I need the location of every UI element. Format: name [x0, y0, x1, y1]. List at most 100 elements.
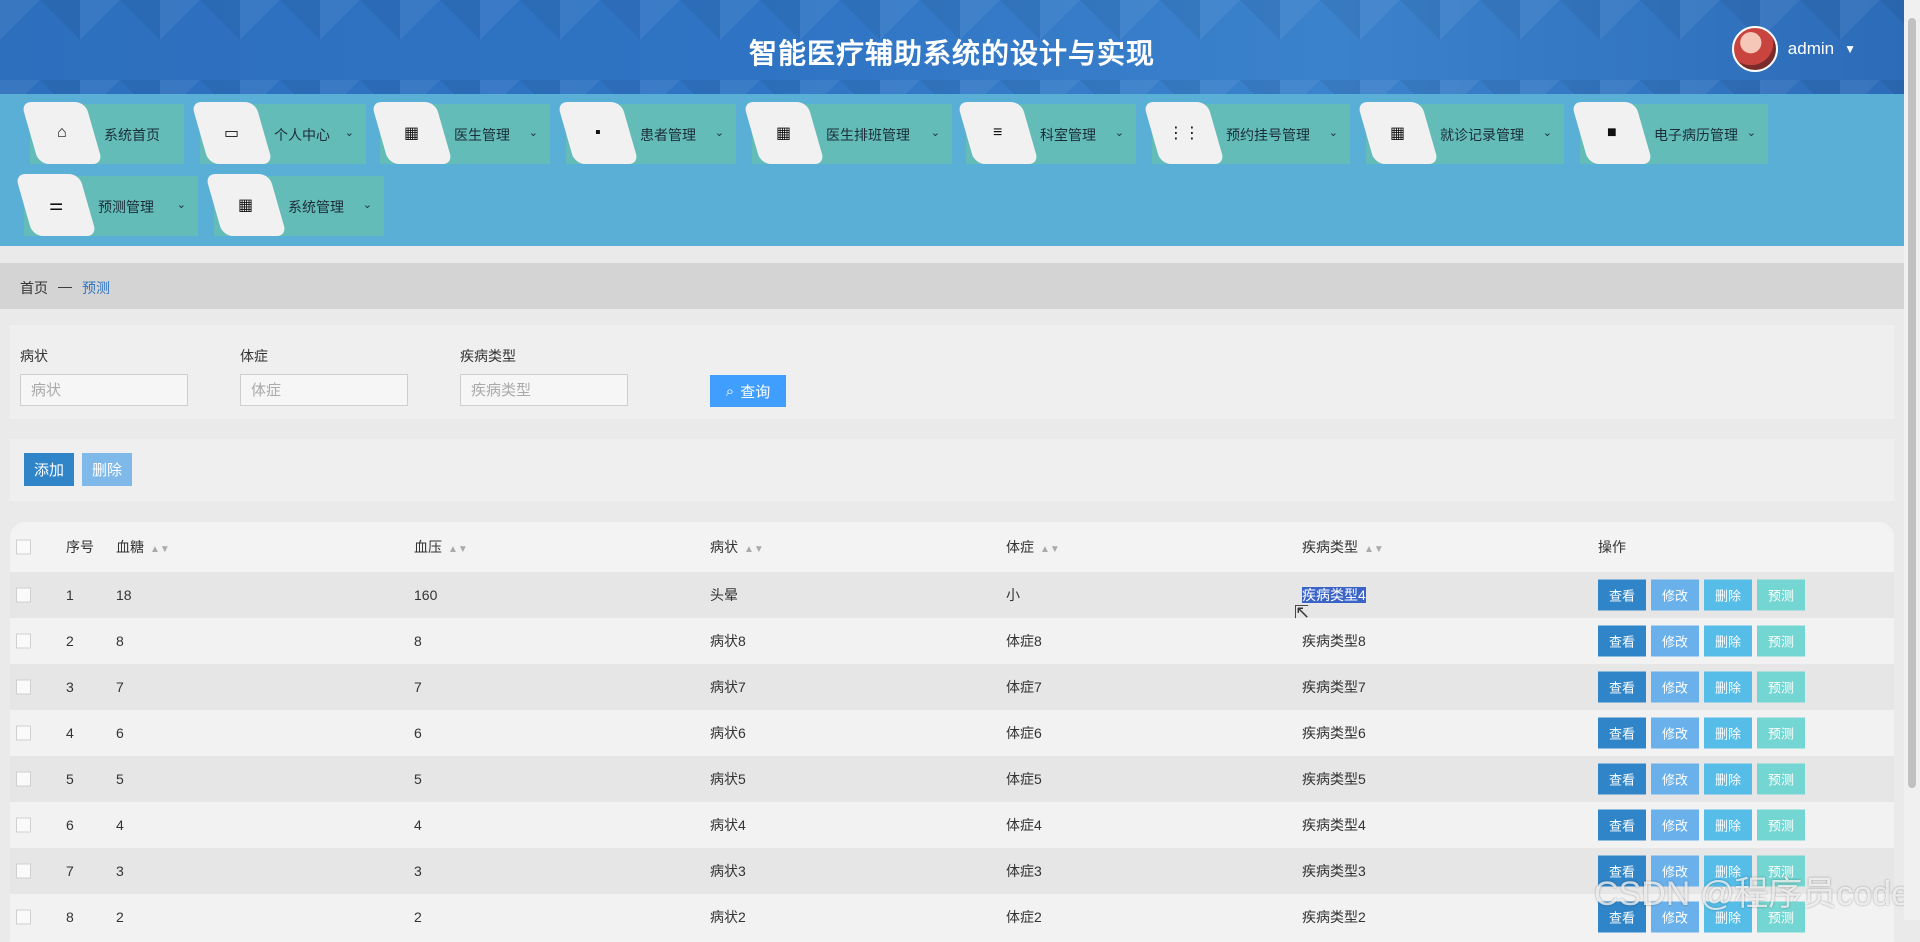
row-checkbox[interactable] [16, 587, 31, 603]
nav-icon-tile[interactable]: ≡ [957, 102, 1039, 164]
view-button[interactable]: 查看 [1598, 625, 1646, 657]
nav-item[interactable]: ≡ 科室管理 ⌄ [957, 102, 1136, 164]
chevron-down-icon[interactable]: ⌄ [715, 126, 724, 139]
nav-icon-tile[interactable]: ▦ [205, 174, 287, 236]
chevron-down-icon[interactable]: ⌄ [1747, 126, 1756, 139]
header-sign[interactable]: 体症 ▲▼ [1006, 537, 1060, 557]
nav-icon-tile[interactable]: ■ [1571, 102, 1653, 164]
nav-item[interactable]: ▦ 医生管理 ⌄ [371, 102, 550, 164]
sort-icon[interactable]: ▲▼ [744, 544, 764, 555]
view-button[interactable]: 查看 [1598, 809, 1646, 841]
row-checkbox[interactable] [16, 909, 31, 925]
nav-item[interactable]: ▦ 医生排班管理 ⌄ [743, 102, 952, 164]
scrollbar-thumb[interactable] [1908, 18, 1916, 788]
table-row[interactable]: 6 4 4 病状4 体症4 疾病类型4 查看 修改 删除 预测 [10, 802, 1894, 848]
chevron-down-icon[interactable]: ⌄ [529, 126, 538, 139]
row-checkbox[interactable] [16, 725, 31, 741]
chevron-down-icon[interactable]: ⌄ [931, 126, 940, 139]
chevron-down-icon[interactable]: ⌄ [363, 198, 372, 211]
delete-button[interactable]: 删除 [1704, 763, 1752, 795]
nav-icon-tile[interactable]: ▦ [371, 102, 453, 164]
predict-button[interactable]: 预测 [1757, 579, 1805, 611]
row-checkbox[interactable] [16, 771, 31, 787]
nav-icon-tile[interactable]: ▦ [743, 102, 825, 164]
edit-button[interactable]: 修改 [1651, 717, 1699, 749]
view-button[interactable]: 查看 [1598, 717, 1646, 749]
table-row[interactable]: 1 18 160 头晕 小 疾病类型4 查看 修改 删除 预测 [10, 572, 1894, 618]
view-button[interactable]: 查看 [1598, 763, 1646, 795]
username[interactable]: admin [1788, 39, 1834, 59]
predict-button[interactable]: 预测 [1757, 625, 1805, 657]
edit-button[interactable]: 修改 [1651, 763, 1699, 795]
edit-button[interactable]: 修改 [1651, 809, 1699, 841]
nav-item[interactable]: ■ 电子病历管理 ⌄ [1571, 102, 1768, 164]
delete-button[interactable]: 删除 [1704, 717, 1752, 749]
header-blood-pressure[interactable]: 血压 ▲▼ [414, 537, 468, 557]
table-header: 序号 血糖 ▲▼ 血压 ▲▼ 病状 ▲▼ 体症 ▲▼ 疾病类型 ▲▼ 操作 [10, 522, 1894, 572]
select-all-checkbox[interactable] [16, 539, 31, 555]
predict-button[interactable]: 预测 [1757, 671, 1805, 703]
edit-button[interactable]: 修改 [1651, 579, 1699, 611]
nav-item[interactable]: ⚌ 预测管理 ⌄ [15, 174, 198, 236]
caret-down-icon[interactable]: ▼ [1844, 42, 1856, 56]
sort-icon[interactable]: ▲▼ [1364, 544, 1384, 555]
delete-button[interactable]: 删除 [1704, 579, 1752, 611]
sort-icon[interactable]: ▲▼ [448, 544, 468, 555]
delete-button[interactable]: 删除 [1704, 625, 1752, 657]
predict-button[interactable]: 预测 [1757, 809, 1805, 841]
cell-text: 3 [116, 863, 124, 879]
nav-icon-tile[interactable]: ⋮⋮ [1143, 102, 1225, 164]
symptom-input[interactable] [20, 374, 188, 406]
nav-item[interactable]: ▭ 个人中心 ⌄ [191, 102, 366, 164]
view-button[interactable]: 查看 [1598, 671, 1646, 703]
header-symptom[interactable]: 病状 ▲▼ [710, 537, 764, 557]
delete-button[interactable]: 删除 [1704, 809, 1752, 841]
user-menu[interactable]: admin ▼ [1731, 26, 1856, 72]
page-scrollbar[interactable] [1904, 0, 1920, 920]
table-row[interactable]: 2 8 8 病状8 体症8 疾病类型8 查看 修改 删除 预测 [10, 618, 1894, 664]
chevron-down-icon[interactable]: ⌄ [1329, 126, 1338, 139]
add-button[interactable]: 添加 [24, 453, 74, 486]
disease-type-input[interactable] [460, 374, 628, 406]
predict-button[interactable]: 预测 [1757, 717, 1805, 749]
sort-icon[interactable]: ▲▼ [1040, 544, 1060, 555]
predict-button[interactable]: 预测 [1757, 763, 1805, 795]
breadcrumb-home[interactable]: 首页 [20, 278, 48, 298]
cell-sign: 体症4 [1006, 815, 1042, 835]
row-checkbox[interactable] [16, 817, 31, 833]
nav-icon-tile[interactable]: ▭ [191, 102, 273, 164]
nav-icon-tile[interactable]: ▪ [557, 102, 639, 164]
sort-icon[interactable]: ▲▼ [150, 544, 170, 555]
chevron-down-icon[interactable]: ⌄ [1115, 126, 1124, 139]
row-checkbox[interactable] [16, 633, 31, 649]
nav-item[interactable]: ▦ 系统管理 ⌄ [205, 174, 384, 236]
edit-button[interactable]: 修改 [1651, 625, 1699, 657]
chevron-down-icon[interactable]: ⌄ [345, 126, 354, 139]
row-checkbox[interactable] [16, 679, 31, 695]
chevron-down-icon[interactable]: ⌄ [177, 198, 186, 211]
nav-icon-tile[interactable]: ⌂ [21, 102, 103, 164]
table-row[interactable]: 4 6 6 病状6 体症6 疾病类型6 查看 修改 删除 预测 [10, 710, 1894, 756]
avatar[interactable] [1731, 26, 1778, 72]
delete-button[interactable]: 删除 [1704, 671, 1752, 703]
query-button[interactable]: ⌕ 查询 [710, 375, 786, 407]
batch-delete-button[interactable]: 删除 [82, 453, 132, 486]
nav-icon-tile[interactable]: ▦ [1357, 102, 1439, 164]
nav-item[interactable]: ▪ 患者管理 ⌄ [557, 102, 736, 164]
nav-icon-tile[interactable]: ⚌ [15, 174, 97, 236]
chevron-down-icon[interactable]: ⌄ [1543, 126, 1552, 139]
view-button[interactable]: 查看 [1598, 579, 1646, 611]
edit-button[interactable]: 修改 [1651, 671, 1699, 703]
cell-text: 体症3 [1006, 863, 1042, 879]
nav-item[interactable]: ⋮⋮ 预约挂号管理 ⌄ [1143, 102, 1350, 164]
row-checkbox[interactable] [16, 863, 31, 879]
header-blood-sugar[interactable]: 血糖 ▲▼ [116, 537, 170, 557]
nav-item-label: 就诊记录管理 [1440, 127, 1524, 143]
nav-item[interactable]: ▦ 就诊记录管理 ⌄ [1357, 102, 1564, 164]
sign-input[interactable] [240, 374, 408, 406]
cell-text: 疾病类型7 [1302, 679, 1366, 695]
table-row[interactable]: 5 5 5 病状5 体症5 疾病类型5 查看 修改 删除 预测 [10, 756, 1894, 802]
header-disease-type[interactable]: 疾病类型 ▲▼ [1302, 537, 1384, 557]
table-row[interactable]: 3 7 7 病状7 体症7 疾病类型7 查看 修改 删除 预测 [10, 664, 1894, 710]
nav-item[interactable]: ⌂ 系统首页 [21, 102, 184, 164]
